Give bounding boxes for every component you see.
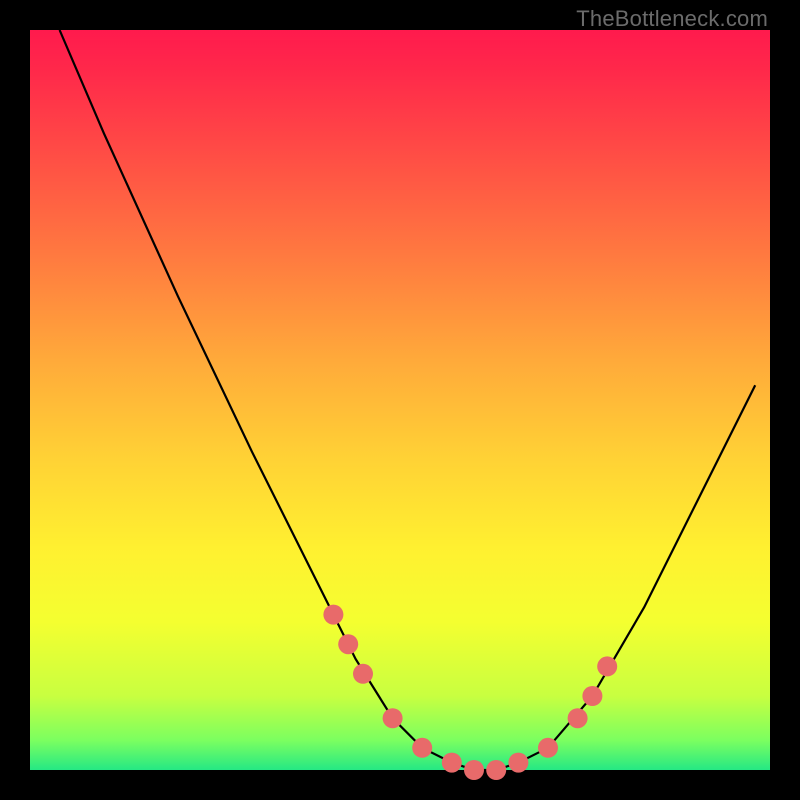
chart-frame: TheBottleneck.com xyxy=(0,0,800,800)
curve-marker xyxy=(383,708,403,728)
curve-marker xyxy=(412,738,432,758)
curve-marker xyxy=(538,738,558,758)
curve-marker xyxy=(597,656,617,676)
chart-svg xyxy=(30,30,770,770)
curve-marker xyxy=(508,753,528,773)
curve-marker xyxy=(323,605,343,625)
curve-marker xyxy=(464,760,484,780)
curve-marker xyxy=(353,664,373,684)
curve-markers xyxy=(323,605,617,780)
bottleneck-curve xyxy=(60,30,756,770)
curve-marker xyxy=(568,708,588,728)
curve-marker xyxy=(442,753,462,773)
curve-marker xyxy=(486,760,506,780)
curve-marker xyxy=(582,686,602,706)
watermark-text: TheBottleneck.com xyxy=(576,6,768,32)
curve-marker xyxy=(338,634,358,654)
